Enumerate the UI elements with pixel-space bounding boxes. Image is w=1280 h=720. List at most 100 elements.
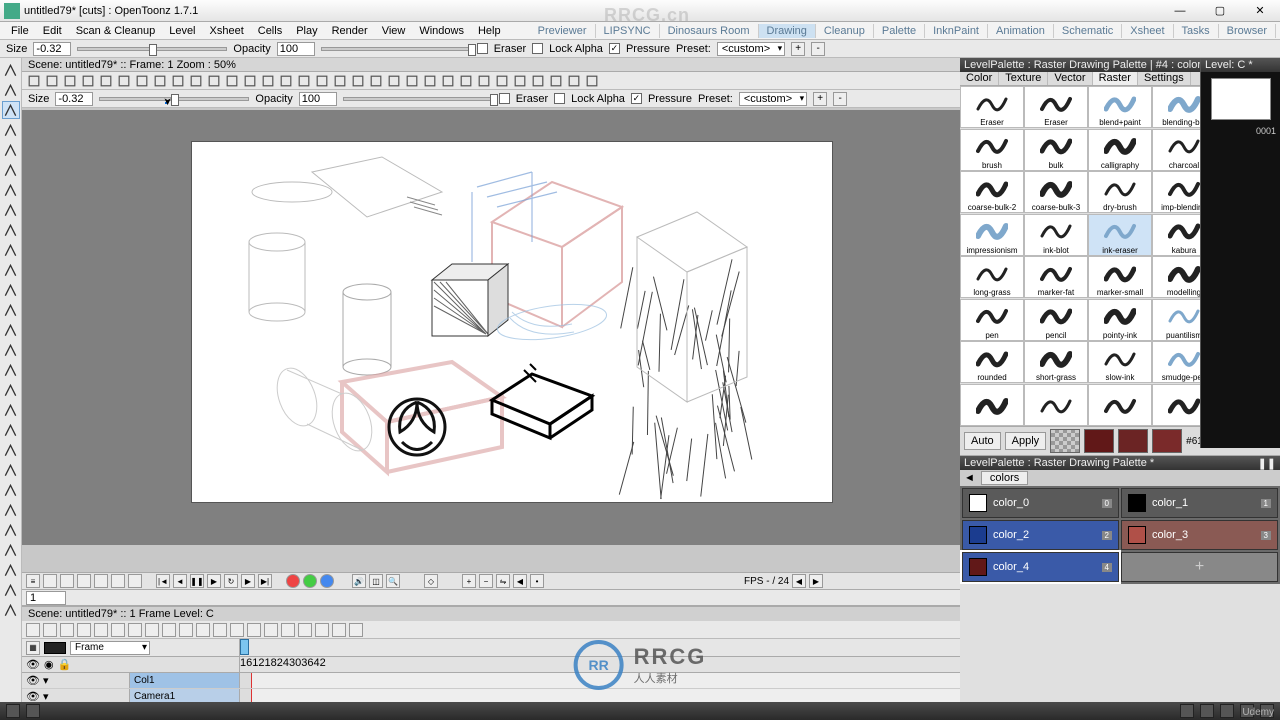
htool-icon-24[interactable]: [458, 73, 474, 89]
brush-coarse-bulk-2[interactable]: coarse-bulk-2: [960, 171, 1024, 213]
preset-remove-button-2[interactable]: -: [833, 92, 847, 106]
tl-tool-12[interactable]: [230, 623, 244, 637]
channel-g-button[interactable]: [303, 574, 317, 588]
menu-cells[interactable]: Cells: [251, 24, 289, 38]
subtab-texture[interactable]: Texture: [999, 72, 1048, 85]
eraser-checkbox[interactable]: [477, 43, 488, 54]
minimize-button[interactable]: —: [1160, 0, 1200, 22]
tab-xsheet[interactable]: Xsheet: [1122, 24, 1173, 38]
sb-icon[interactable]: [1220, 704, 1234, 718]
tab-inknpaint[interactable]: InknPaint: [925, 24, 988, 38]
row-cam-icon[interactable]: ▾: [43, 674, 49, 687]
color-cell-3[interactable]: color_33: [1121, 520, 1278, 550]
htool-icon-15[interactable]: [296, 73, 312, 89]
style-tool-icon[interactable]: [2, 241, 20, 259]
tl-tool-0[interactable]: [26, 623, 40, 637]
menu-level[interactable]: Level: [162, 24, 202, 38]
tl-tool-7[interactable]: [145, 623, 159, 637]
menu-scancleanup[interactable]: Scan & Cleanup: [69, 24, 163, 38]
preset-select[interactable]: <custom>: [717, 42, 785, 56]
htool-icon-13[interactable]: [260, 73, 276, 89]
brush-blend+paint[interactable]: blend+paint: [1088, 86, 1152, 128]
brush-Eraser[interactable]: Eraser: [1024, 86, 1088, 128]
swatch-4[interactable]: [1152, 429, 1182, 453]
tl-tool-17[interactable]: [315, 623, 329, 637]
viewport[interactable]: [22, 110, 960, 545]
brush-pencil[interactable]: pencil: [1024, 299, 1088, 341]
tl-tool-3[interactable]: [77, 623, 91, 637]
htool-icon-7[interactable]: [152, 73, 168, 89]
dot-button[interactable]: •: [530, 574, 544, 588]
htool-icon-14[interactable]: [278, 73, 294, 89]
subtab-vector[interactable]: Vector: [1048, 72, 1092, 85]
tab-previewer[interactable]: Previewer: [530, 24, 596, 38]
tl-tool-18[interactable]: [332, 623, 346, 637]
opacity-field[interactable]: 100: [277, 42, 315, 56]
opacity-field-2[interactable]: 100: [299, 92, 337, 106]
pb-icon[interactable]: [60, 574, 74, 588]
preset-select-2[interactable]: <custom>: [739, 92, 807, 106]
brush-ink-eraser[interactable]: ink-eraser: [1088, 214, 1152, 256]
paint-tool-icon[interactable]: [2, 181, 20, 199]
brush-pen[interactable]: pen: [960, 299, 1024, 341]
sb-icon[interactable]: [1200, 704, 1214, 718]
brush-tool-icon[interactable]: [2, 101, 20, 119]
pinch-tool-icon[interactable]: [2, 301, 20, 319]
brush-bulk[interactable]: bulk: [1024, 129, 1088, 171]
hook-tool-icon[interactable]: [2, 441, 20, 459]
tab-schematic[interactable]: Schematic: [1054, 24, 1122, 38]
sb-icon[interactable]: [1180, 704, 1194, 718]
brush-dry-brush[interactable]: dry-brush: [1088, 171, 1152, 213]
prev-frame-button[interactable]: ◄: [173, 574, 187, 588]
brush-marker-fat[interactable]: marker-fat: [1024, 256, 1088, 298]
tab-browser[interactable]: Browser: [1219, 24, 1276, 38]
htool-icon-21[interactable]: [404, 73, 420, 89]
preset-remove-button[interactable]: -: [811, 42, 825, 56]
color-cell-1[interactable]: color_11: [1121, 488, 1278, 518]
menu-play[interactable]: Play: [289, 24, 324, 38]
key-button[interactable]: ◇: [424, 574, 438, 588]
fps-inc-button[interactable]: ▶: [809, 574, 823, 588]
select-tool-icon[interactable]: [2, 81, 20, 99]
htool-icon-12[interactable]: [242, 73, 258, 89]
add-color-button[interactable]: +: [1121, 552, 1278, 582]
size-slider[interactable]: [77, 47, 227, 51]
menu-help[interactable]: Help: [471, 24, 508, 38]
zoom-in-button[interactable]: +: [462, 574, 476, 588]
htool-icon-2[interactable]: [62, 73, 78, 89]
tab-cleanup[interactable]: Cleanup: [816, 24, 874, 38]
menu-view[interactable]: View: [375, 24, 413, 38]
iron-tool-icon[interactable]: [2, 381, 20, 399]
hand-tool-icon[interactable]: [2, 521, 20, 539]
tl-tool-13[interactable]: [247, 623, 261, 637]
sound-button[interactable]: 🔊: [352, 574, 366, 588]
htool-icon-16[interactable]: [314, 73, 330, 89]
htool-icon-5[interactable]: [116, 73, 132, 89]
htool-icon-22[interactable]: [422, 73, 438, 89]
more-tool-icon[interactable]: [2, 601, 20, 619]
brush-short-grass[interactable]: short-grass: [1024, 341, 1088, 383]
close-button[interactable]: ✕: [1240, 0, 1280, 22]
cut-tool-icon[interactable]: [2, 401, 20, 419]
color-cell-0[interactable]: color_00: [962, 488, 1119, 518]
tl-tool-2[interactable]: [60, 623, 74, 637]
play-button[interactable]: ▶: [207, 574, 221, 588]
tl-tool-9[interactable]: [179, 623, 193, 637]
pause-icon[interactable]: ❚❚: [1258, 457, 1276, 470]
brush-empty[interactable]: [960, 384, 1024, 426]
eraser-tool-icon[interactable]: [2, 221, 20, 239]
frame-thumbnail[interactable]: [1211, 78, 1271, 120]
type-tool-icon[interactable]: [2, 141, 20, 159]
lockalpha-checkbox[interactable]: [532, 43, 543, 54]
zoom-out-button[interactable]: −: [479, 574, 493, 588]
track-name[interactable]: Col1: [130, 673, 240, 688]
brush-empty[interactable]: [1088, 384, 1152, 426]
skel-tool-icon[interactable]: [2, 421, 20, 439]
ruler-tool-icon[interactable]: [2, 541, 20, 559]
pressure-checkbox[interactable]: ✓: [609, 43, 620, 54]
last-frame-button[interactable]: ▶|: [258, 574, 272, 588]
next-frame-button[interactable]: ▶: [241, 574, 255, 588]
tl-tool-5[interactable]: [111, 623, 125, 637]
tl-tool-1[interactable]: [43, 623, 57, 637]
brush-impressionism[interactable]: impressionism: [960, 214, 1024, 256]
